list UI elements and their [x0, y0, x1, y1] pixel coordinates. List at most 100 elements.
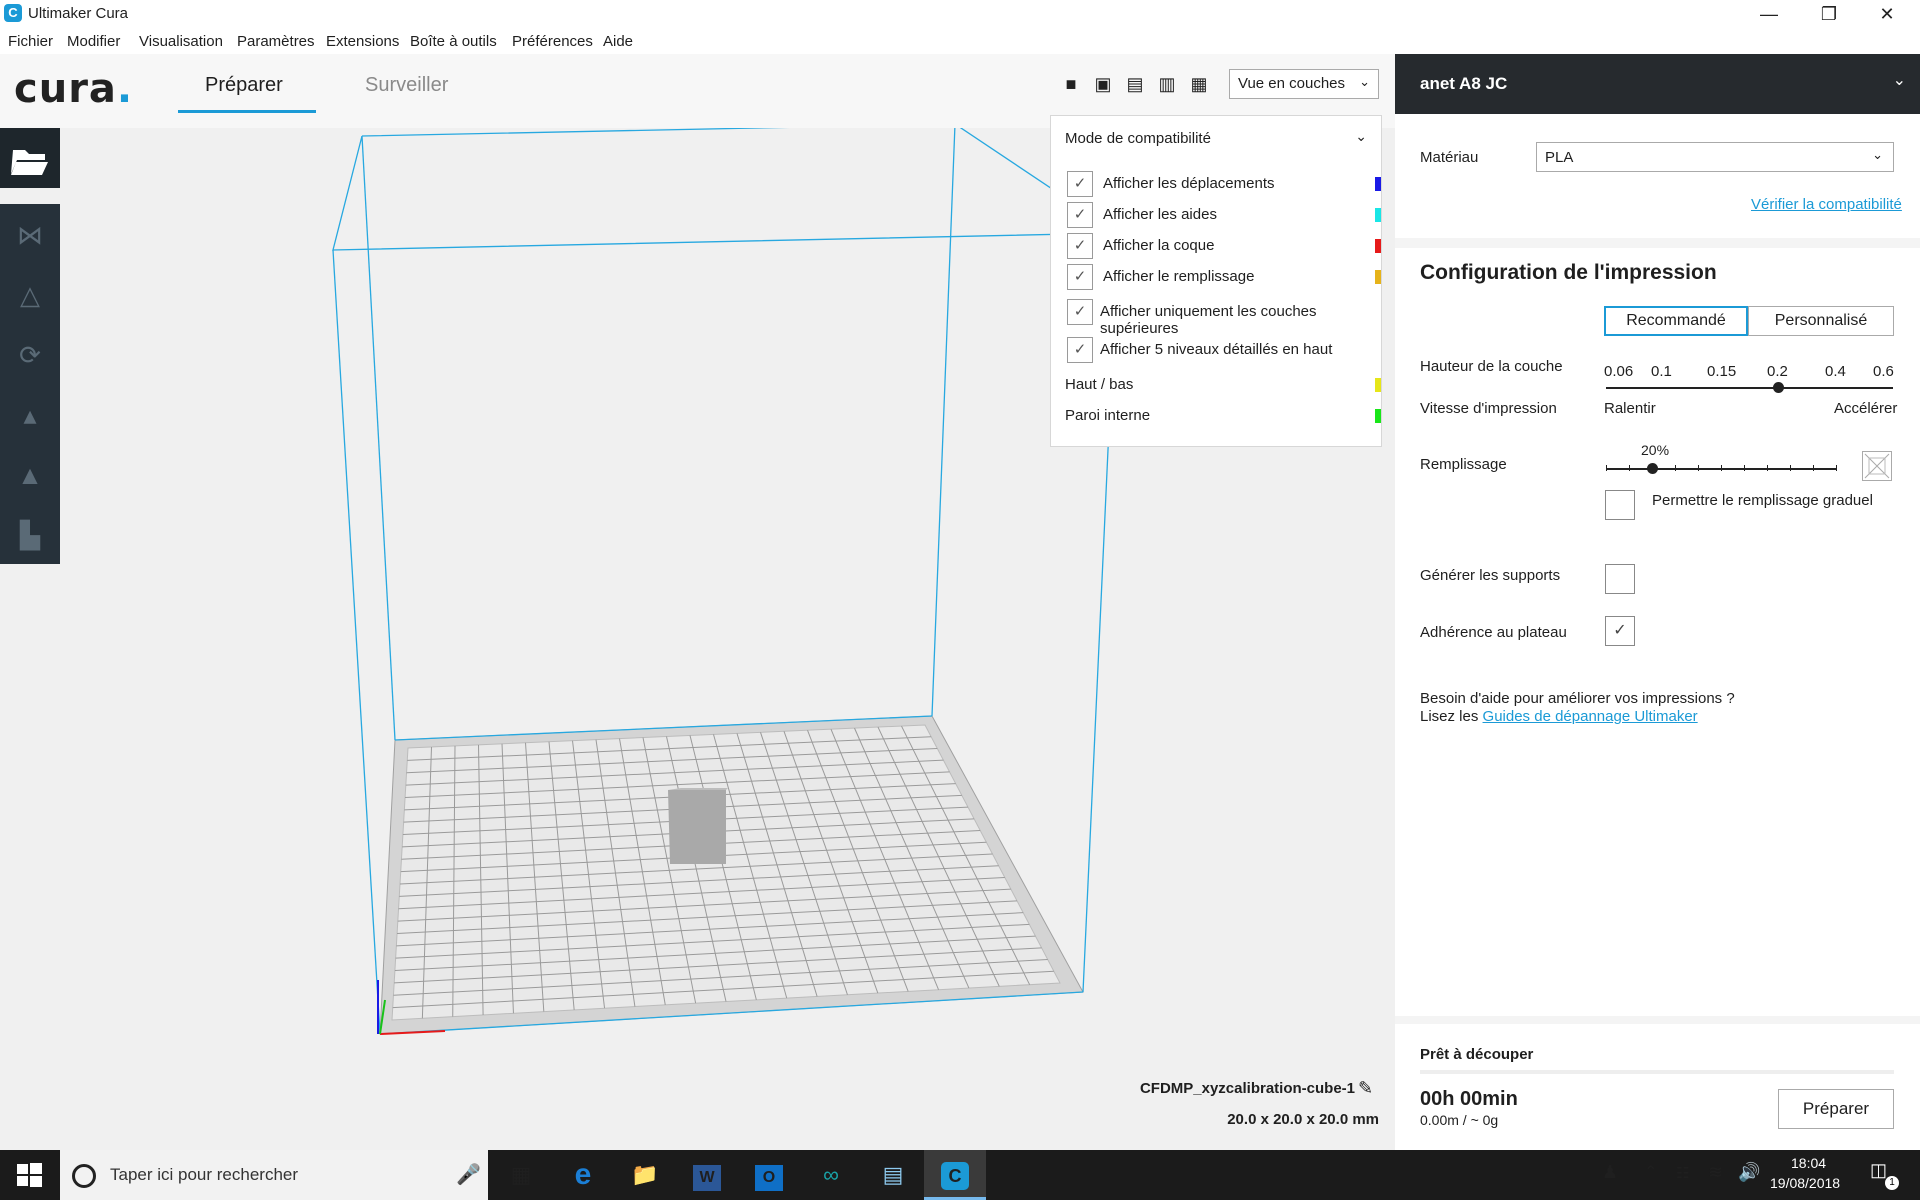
network-icon[interactable]: ☷	[1676, 1164, 1689, 1182]
infill-slider-tick	[1836, 465, 1837, 471]
infill-slider-handle[interactable]	[1647, 463, 1658, 474]
material-label: Matériau	[1420, 149, 1479, 166]
layer-height-slider-track[interactable]	[1606, 387, 1893, 389]
maximize-button[interactable]: ❐	[1800, 0, 1858, 28]
menu-visualisation[interactable]: Visualisation	[139, 33, 223, 50]
cura-taskbar-icon[interactable]: C	[924, 1150, 986, 1200]
show-shell-checkbox[interactable]: ✓	[1067, 233, 1093, 259]
print-speed-label: Vitesse d'impression	[1420, 400, 1557, 417]
infill-value: 20%	[1641, 442, 1670, 458]
top-view-icon[interactable]: ▤	[1125, 74, 1145, 94]
chevron-down-icon: ⌄	[1359, 74, 1370, 89]
print-time: 00h 00min	[1420, 1088, 1518, 1110]
layer-height-0-4[interactable]: 0.4	[1825, 363, 1846, 380]
show-infill-checkbox[interactable]: ✓	[1067, 264, 1093, 290]
people-icon[interactable]: ♟	[1602, 1162, 1618, 1183]
troubleshooting-guide-link[interactable]: Guides de dépannage Ultimaker	[1483, 708, 1698, 725]
infill-label: Remplissage	[1420, 456, 1507, 473]
layer-height-0-06[interactable]: 0.06	[1604, 363, 1633, 380]
custom-mode-button[interactable]: Personnalisé	[1748, 306, 1894, 336]
help-prefix: Lisez les	[1420, 708, 1479, 725]
legend-top-bottom: Haut / bas	[1065, 376, 1134, 393]
scale-tool-icon[interactable]: △	[12, 280, 48, 316]
wifi-icon[interactable]: ≋	[1708, 1162, 1723, 1183]
compat-mode-label[interactable]: Mode de compatibilité	[1065, 130, 1211, 147]
menu-modifier[interactable]: Modifier	[67, 33, 120, 50]
layer-height-0-2[interactable]: 0.2	[1767, 363, 1788, 380]
right-view-icon[interactable]: ▦	[1189, 74, 1209, 94]
gradual-infill-checkbox[interactable]	[1605, 490, 1635, 520]
check-compatibility-link[interactable]: Vérifier la compatibilité	[1751, 196, 1902, 213]
speaker-icon[interactable]: 🔊	[1738, 1162, 1760, 1183]
model-dimensions: 20.0 x 20.0 x 20.0 mm	[1227, 1111, 1379, 1128]
outlook-icon[interactable]: O	[738, 1150, 800, 1200]
taskbar-date[interactable]: 19/08/2018	[1770, 1175, 1840, 1191]
left-view-icon[interactable]: ▥	[1157, 74, 1177, 94]
3d-view-icon[interactable]: ■	[1061, 74, 1081, 94]
per-model-settings-icon[interactable]: ▲	[12, 460, 48, 496]
layer-height-slider-handle[interactable]	[1773, 382, 1784, 393]
printer-name: anet A8 JC	[1420, 74, 1508, 93]
material-estimate: 0.00m / ~ 0g	[1420, 1112, 1499, 1128]
view-mode-select[interactable]: Vue en couches ⌄	[1229, 69, 1379, 99]
support-checkbox[interactable]	[1605, 564, 1635, 594]
material-select[interactable]: PLA ⌄	[1536, 142, 1894, 172]
infill-slider-tick	[1698, 465, 1699, 471]
show-travel-checkbox[interactable]: ✓	[1067, 171, 1093, 197]
tab-surveiller[interactable]: Surveiller	[365, 74, 448, 97]
task-view-icon[interactable]: ▦	[490, 1150, 552, 1200]
mirror-tool-icon[interactable]: ▴	[12, 400, 48, 436]
notification-count-badge: 1	[1885, 1176, 1899, 1190]
edit-pencil-icon[interactable]: ✎	[1358, 1078, 1373, 1099]
menu-aide[interactable]: Aide	[603, 33, 633, 50]
layer-height-0-15[interactable]: 0.15	[1707, 363, 1736, 380]
rotate-tool-icon[interactable]: ⟳	[12, 340, 48, 376]
open-file-button[interactable]	[0, 128, 60, 188]
arduino-icon[interactable]: ∞	[800, 1150, 862, 1200]
chevron-up-icon[interactable]: ⌃	[1644, 1162, 1657, 1182]
layer-view-panel: Mode de compatibilité ⌄ ✓ Afficher les d…	[1050, 115, 1382, 447]
menu-parametres[interactable]: Paramètres	[237, 33, 315, 50]
cura-app-icon: C	[4, 4, 22, 22]
top-layers-only-checkbox[interactable]: ✓	[1067, 299, 1093, 325]
infill-slider-tick	[1744, 465, 1745, 471]
print-config-title: Configuration de l'impression	[1420, 261, 1717, 284]
menu-fichier[interactable]: Fichier	[8, 33, 53, 50]
move-tool-icon[interactable]: ⋈	[12, 220, 48, 256]
window-title: Ultimaker Cura	[28, 5, 129, 22]
detailed-levels-checkbox[interactable]: ✓	[1067, 337, 1093, 363]
support-blocker-icon[interactable]: ▙	[12, 520, 48, 556]
recommended-mode-button[interactable]: Recommandé	[1604, 306, 1748, 336]
chevron-down-icon[interactable]: ⌄	[1355, 128, 1367, 145]
microphone-icon[interactable]: 🎤	[456, 1162, 481, 1187]
control-panel-icon[interactable]: ▤	[862, 1150, 924, 1200]
front-view-icon[interactable]: ▣	[1093, 74, 1113, 94]
show-helpers-checkbox[interactable]: ✓	[1067, 202, 1093, 228]
material-value: PLA	[1545, 149, 1574, 166]
file-explorer-icon[interactable]: 📁	[614, 1150, 676, 1200]
taskbar-time[interactable]: 18:04	[1791, 1155, 1826, 1171]
prepare-slice-button[interactable]: Préparer	[1778, 1089, 1894, 1129]
infill-pattern-icon[interactable]	[1862, 451, 1892, 481]
menu-extensions[interactable]: Extensions	[326, 33, 399, 50]
infill-slider-tick	[1767, 465, 1768, 471]
edge-browser-icon[interactable]: e	[552, 1150, 614, 1200]
word-icon[interactable]: W	[676, 1150, 738, 1200]
active-tab-indicator	[178, 110, 316, 113]
layer-height-0-1[interactable]: 0.1	[1651, 363, 1672, 380]
menu-boite-a-outils[interactable]: Boîte à outils	[410, 33, 497, 50]
tab-preparer[interactable]: Préparer	[205, 74, 283, 97]
view-mode-value: Vue en couches	[1238, 75, 1346, 92]
infill-slider-tick	[1721, 465, 1722, 471]
layer-height-0-6[interactable]: 0.6	[1873, 363, 1894, 380]
menu-preferences[interactable]: Préférences	[512, 33, 593, 50]
printer-selector[interactable]: anet A8 JC ⌄	[1395, 54, 1920, 114]
adhesion-checkbox[interactable]: ✓	[1605, 616, 1635, 646]
windows-start-icon[interactable]	[15, 1161, 43, 1189]
taskbar-search-box[interactable]: Taper ici pour rechercher 🎤	[60, 1150, 488, 1200]
minimize-button[interactable]: —	[1740, 0, 1798, 28]
show-helpers-label: Afficher les aides	[1103, 206, 1217, 223]
close-button[interactable]: ✕	[1858, 0, 1916, 28]
settings-panel	[1395, 54, 1920, 1150]
action-center-icon[interactable]: ◫	[1870, 1160, 1887, 1181]
